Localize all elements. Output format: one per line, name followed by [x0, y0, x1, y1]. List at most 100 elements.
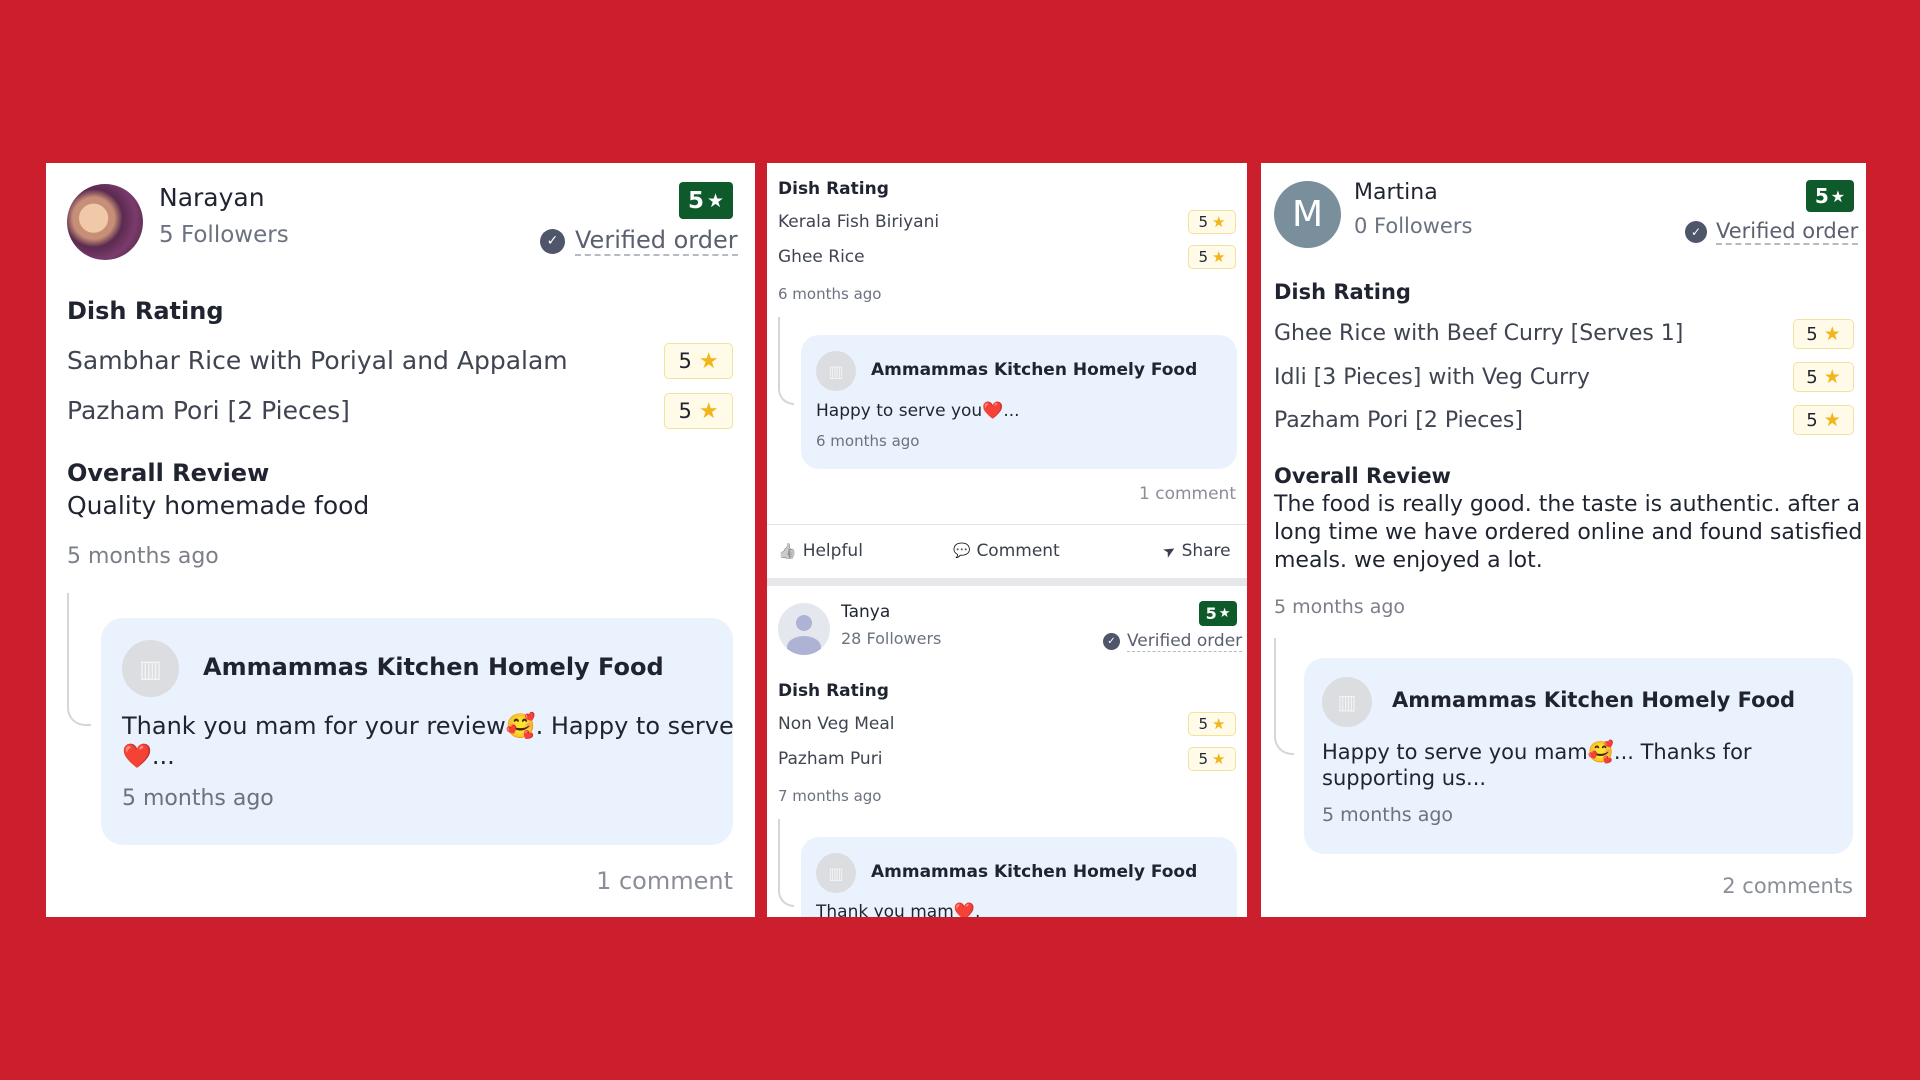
star-icon: ★ [1212, 248, 1226, 266]
star-icon: ★ [698, 398, 719, 424]
reviewer-followers: 0 Followers [1354, 214, 1473, 238]
comment-label: Comment [976, 541, 1060, 561]
share-label: Share [1181, 541, 1231, 561]
dish-rating-value: 5 [1198, 213, 1209, 231]
verified-label: Verified order [575, 226, 738, 256]
check-circle-icon: ✓ [1685, 221, 1707, 243]
shop-name[interactable]: Ammammas Kitchen Homely Food [871, 360, 1197, 380]
review-separator [767, 578, 1247, 586]
star-icon: ★ [1212, 715, 1226, 733]
dish-rating-value: 5 [1198, 715, 1209, 733]
shop-icon: ▥ [1322, 677, 1372, 727]
verified-order[interactable]: ✓ Verified order [1685, 219, 1859, 245]
verified-label: Verified order [1127, 631, 1243, 652]
dish-rating-value: 5 [1806, 366, 1818, 388]
reply-text: Happy to serve you mam🥰... Thanks for [1322, 740, 1752, 764]
rating-value: 5 [1814, 184, 1829, 208]
shop-name[interactable]: Ammammas Kitchen Homely Food [1392, 688, 1795, 712]
dish-name: Ghee Rice [778, 247, 865, 267]
overall-rating-badge: 5 ★ [1806, 180, 1854, 212]
dish-name: Idli [3 Pieces] with Veg Curry [1274, 365, 1590, 390]
overall-review-text-line: meals. we enjoyed a lot. [1274, 548, 1543, 573]
reply-thread-line [1274, 638, 1294, 755]
comment-icon: 💬 [953, 543, 971, 559]
shop-icon: ▥ [816, 351, 856, 391]
dish-rating-value: 5 [678, 399, 692, 423]
comments-count[interactable]: 1 comment [596, 867, 733, 895]
review-time: 5 months ago [67, 544, 219, 569]
dish-rating-badge: 5 ★ [1793, 405, 1854, 435]
check-circle-icon: ✓ [540, 228, 565, 254]
rating-value: 5 [687, 187, 704, 214]
dish-name: Sambhar Rice with Poriyal and Appalam [67, 346, 568, 375]
verified-order[interactable]: ✓ Verified order [540, 226, 738, 256]
shop-reply: ▥ Ammammas Kitchen Homely Food Thank you… [801, 837, 1237, 917]
shop-icon: ▥ [816, 853, 856, 893]
share-button[interactable]: ➤ Share [1159, 540, 1231, 562]
reviewer-name[interactable]: Narayan [159, 183, 265, 212]
dish-name: Pazham Pori [2 Pieces] [67, 396, 350, 425]
dish-rating-heading: Dish Rating [1274, 280, 1411, 304]
share-icon: ➤ [1159, 540, 1180, 562]
dish-name: Pazham Puri [778, 749, 883, 769]
shop-name[interactable]: Ammammas Kitchen Homely Food [871, 862, 1197, 882]
reply-text-continued: supporting us... [1322, 766, 1487, 790]
avatar-initial: M [1291, 194, 1324, 235]
overall-rating-badge: 5 ★ [1199, 601, 1237, 626]
star-icon: ★ [1218, 606, 1231, 621]
review-card-middle: Dish Rating Kerala Fish Biriyani 5 ★ Ghe… [767, 163, 1247, 917]
overall-review-text: Quality homemade food [67, 491, 370, 520]
reviewer-followers: 28 Followers [841, 629, 942, 648]
star-icon: ★ [698, 348, 719, 374]
star-icon: ★ [1212, 213, 1226, 231]
reply-thread-line [778, 819, 794, 907]
dish-rating-value: 5 [678, 349, 692, 373]
review-time: 5 months ago [1274, 596, 1406, 618]
reviewer-avatar[interactable] [67, 184, 143, 260]
thumbs-up-icon: 👍 [778, 542, 797, 560]
dish-rating-value: 5 [1198, 248, 1209, 266]
check-circle-icon: ✓ [1103, 633, 1120, 650]
shop-reply: ▥ Ammammas Kitchen Homely Food Thank you… [101, 618, 734, 845]
helpful-button[interactable]: 👍 Helpful [778, 541, 863, 561]
reviewer-avatar[interactable]: M [1274, 181, 1341, 248]
reply-text: Thank you mam for your review🥰. Happy to… [122, 712, 734, 740]
dish-rating-badge: 5 ★ [664, 343, 733, 379]
reply-time: 5 months ago [122, 786, 274, 811]
reply-time: 6 months ago [816, 432, 920, 450]
dish-name: Pazham Pori [2 Pieces] [1274, 408, 1523, 433]
star-icon: ★ [1823, 409, 1841, 431]
reviewer-name[interactable]: Martina [1354, 180, 1438, 205]
reviewer-name[interactable]: Tanya [841, 602, 890, 622]
dish-rating-badge: 5 ★ [1793, 362, 1854, 392]
verified-order[interactable]: ✓ Verified order [1103, 631, 1243, 652]
reviewer-avatar[interactable] [778, 603, 830, 655]
dish-rating-heading: Dish Rating [778, 681, 889, 701]
overall-rating-badge: 5 ★ [679, 182, 733, 219]
dish-rating-badge: 5 ★ [1188, 712, 1236, 736]
dish-rating-value: 5 [1198, 750, 1209, 768]
reply-thread-line [67, 593, 91, 726]
review-time: 6 months ago [778, 285, 882, 303]
rating-value: 5 [1205, 604, 1217, 623]
comment-button[interactable]: 💬 Comment [953, 541, 1060, 561]
shop-name[interactable]: Ammammas Kitchen Homely Food [203, 653, 664, 681]
reply-text: Thank you mam❤️. [816, 902, 981, 917]
dish-rating-badge: 5 ★ [664, 393, 733, 429]
dish-rating-heading: Dish Rating [67, 297, 224, 325]
dish-name: Non Veg Meal [778, 714, 895, 734]
verified-label: Verified order [1716, 219, 1859, 245]
shop-reply: ▥ Ammammas Kitchen Homely Food Happy to … [1304, 658, 1853, 854]
dish-rating-badge: 5 ★ [1188, 747, 1236, 771]
dish-rating-badge: 5 ★ [1188, 210, 1236, 234]
star-icon: ★ [1830, 186, 1846, 206]
dish-name: Ghee Rice with Beef Curry [Serves 1] [1274, 321, 1684, 346]
review-card-martina: M Martina 0 Followers 5 ★ ✓ Verified ord… [1261, 163, 1866, 917]
dish-rating-badge: 5 ★ [1188, 245, 1236, 269]
comments-count[interactable]: 1 comment [1139, 484, 1236, 504]
comments-count[interactable]: 2 comments [1722, 874, 1853, 898]
reply-text-continued: ❤️... [122, 742, 175, 770]
star-icon: ★ [706, 189, 725, 212]
star-icon: ★ [1823, 366, 1841, 388]
reviewer-followers: 5 Followers [159, 222, 289, 248]
